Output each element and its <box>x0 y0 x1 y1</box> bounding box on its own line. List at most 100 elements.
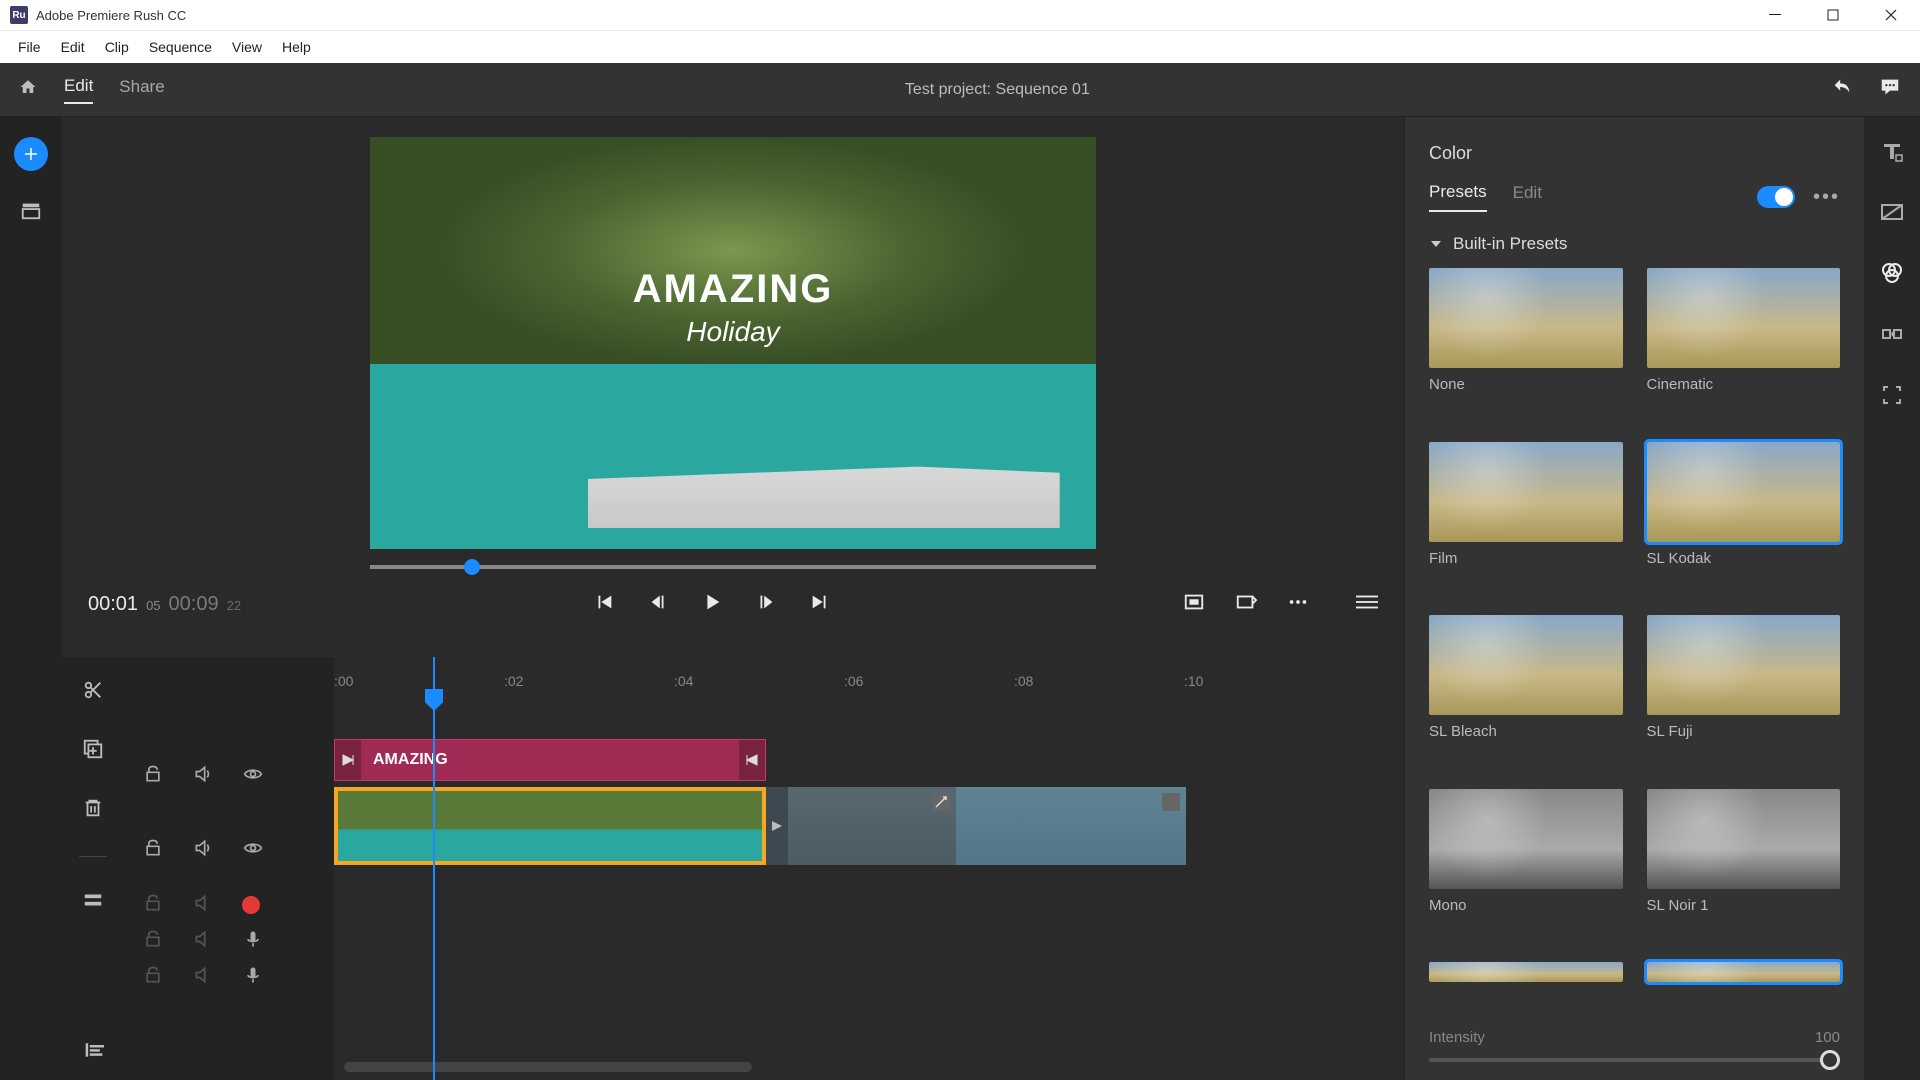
window-close-button[interactable] <box>1862 0 1920 31</box>
transition-out-icon[interactable] <box>739 740 765 780</box>
video-preview[interactable]: AMAZING Holiday <box>370 137 1096 549</box>
visibility-icon[interactable] <box>242 838 264 863</box>
video-track-controls <box>124 813 334 887</box>
project-panel-button[interactable] <box>19 199 43 226</box>
intensity-slider[interactable] <box>1429 1058 1840 1062</box>
left-sidebar <box>0 117 62 1080</box>
duplicate-tool[interactable] <box>81 738 105 765</box>
color-toggle[interactable] <box>1757 186 1795 208</box>
app-toolbar: Edit Share Test project: Sequence 01 <box>0 63 1920 117</box>
preset-sl-fuji[interactable]: SL Fuji <box>1647 615 1841 773</box>
preset-sl-noir-1[interactable]: SL Noir 1 <box>1647 789 1841 947</box>
window-titlebar: Ru Adobe Premiere Rush CC <box>0 0 1920 31</box>
scrubber-handle[interactable] <box>464 559 480 575</box>
visibility-icon[interactable] <box>242 764 264 789</box>
intensity-label: Intensity <box>1429 1029 1485 1046</box>
preset-mono[interactable]: Mono <box>1429 789 1623 947</box>
goto-start-button[interactable] <box>592 591 616 618</box>
more-options-button[interactable] <box>1286 591 1310 618</box>
scissors-tool[interactable] <box>81 679 105 706</box>
timeline-scrollbar[interactable] <box>344 1062 752 1072</box>
project-title: Test project: Sequence 01 <box>165 81 1830 99</box>
menu-view[interactable]: View <box>222 35 272 59</box>
preset-sl-bleach[interactable]: SL Bleach <box>1429 615 1623 773</box>
speed-tool[interactable] <box>1879 322 1905 351</box>
lock-icon[interactable] <box>142 764 164 789</box>
intensity-control: Intensity 100 <box>1405 1015 1864 1080</box>
menu-file[interactable]: File <box>8 35 51 59</box>
preset-more-1[interactable] <box>1429 962 1623 1015</box>
undo-button[interactable] <box>1830 76 1854 103</box>
add-media-button[interactable] <box>14 137 48 171</box>
microphone-icon[interactable] <box>242 929 264 954</box>
lock-icon[interactable] <box>142 893 164 918</box>
track-size-button[interactable] <box>62 1020 334 1080</box>
tab-presets[interactable]: Presets <box>1429 182 1487 212</box>
transitions-tool[interactable] <box>1879 200 1905 229</box>
menu-clip[interactable]: Clip <box>95 35 139 59</box>
lock-icon[interactable] <box>142 929 164 954</box>
playhead[interactable] <box>433 657 435 1080</box>
preset-more-2[interactable] <box>1647 962 1841 1015</box>
video-clip-3[interactable] <box>956 787 1186 865</box>
preset-film[interactable]: Film <box>1429 442 1623 600</box>
preset-none[interactable]: None <box>1429 268 1623 426</box>
video-clip-2[interactable] <box>766 787 956 865</box>
intensity-value: 100 <box>1815 1029 1840 1046</box>
mute-icon[interactable] <box>192 838 214 863</box>
presets-grid: None Cinematic Film SL Kodak SL Bleach S… <box>1405 268 1864 1015</box>
window-maximize-button[interactable] <box>1804 0 1862 31</box>
mode-tab-share[interactable]: Share <box>119 77 164 103</box>
preset-sl-kodak[interactable]: SL Kodak <box>1647 442 1841 600</box>
lock-icon[interactable] <box>142 838 164 863</box>
home-button[interactable] <box>18 78 38 101</box>
step-back-button[interactable] <box>646 591 670 618</box>
transition-icon[interactable] <box>766 787 788 865</box>
step-forward-button[interactable] <box>754 591 778 618</box>
title-clip[interactable]: AMAZING <box>334 739 766 781</box>
panel-more-button[interactable]: ••• <box>1813 186 1840 209</box>
intensity-slider-handle[interactable] <box>1820 1050 1840 1070</box>
builtin-presets-header[interactable]: Built-in Presets <box>1405 212 1864 268</box>
microphone-icon[interactable] <box>242 965 264 990</box>
delete-tool[interactable] <box>81 797 105 824</box>
transform-tool[interactable] <box>1879 383 1905 412</box>
tab-edit[interactable]: Edit <box>1513 183 1542 211</box>
audio-track-1-controls <box>124 887 334 923</box>
mute-icon[interactable] <box>192 893 214 918</box>
chevron-down-icon <box>1429 237 1443 251</box>
record-button[interactable] <box>242 896 260 914</box>
mute-icon[interactable] <box>192 764 214 789</box>
audio-track-3-controls <box>124 959 334 995</box>
menu-sequence[interactable]: Sequence <box>139 35 222 59</box>
preset-cinematic[interactable]: Cinematic <box>1647 268 1841 426</box>
video-track-clips <box>334 787 1186 865</box>
transition-in-icon[interactable] <box>335 740 361 780</box>
window-minimize-button[interactable] <box>1746 0 1804 31</box>
title-track-controls <box>124 739 334 813</box>
loop-button[interactable] <box>1234 591 1258 618</box>
play-button[interactable] <box>700 591 724 618</box>
menu-help[interactable]: Help <box>272 35 321 59</box>
color-tool[interactable] <box>1879 261 1905 290</box>
titles-tool[interactable] <box>1879 139 1905 168</box>
video-clip-1[interactable] <box>334 787 766 865</box>
mute-icon[interactable] <box>192 965 214 990</box>
time-ruler[interactable]: :00 :02 :04 :06 :08 :10 <box>334 657 1404 705</box>
menu-edit[interactable]: Edit <box>51 35 95 59</box>
playhead-handle[interactable] <box>425 689 443 711</box>
comment-button[interactable] <box>1878 76 1902 103</box>
mode-tab-edit[interactable]: Edit <box>64 76 93 104</box>
mute-icon[interactable] <box>192 929 214 954</box>
video-title-overlay: AMAZING Holiday <box>370 267 1096 348</box>
preview-scrubber[interactable] <box>370 565 1096 569</box>
goto-end-button[interactable] <box>808 591 832 618</box>
center-workspace: AMAZING Holiday 00:01 05 00:09 22 <box>62 117 1404 1080</box>
lock-icon[interactable] <box>142 965 164 990</box>
fullscreen-button[interactable] <box>1182 591 1206 618</box>
timeline-options-button[interactable] <box>1356 594 1378 615</box>
timeline: :00 :02 :04 :06 :08 :10 AMAZING <box>62 657 1404 1080</box>
effects-badge-icon <box>932 793 950 811</box>
expand-tracks-tool[interactable] <box>81 889 105 916</box>
tracks-area[interactable]: :00 :02 :04 :06 :08 :10 AMAZING <box>334 657 1404 1080</box>
